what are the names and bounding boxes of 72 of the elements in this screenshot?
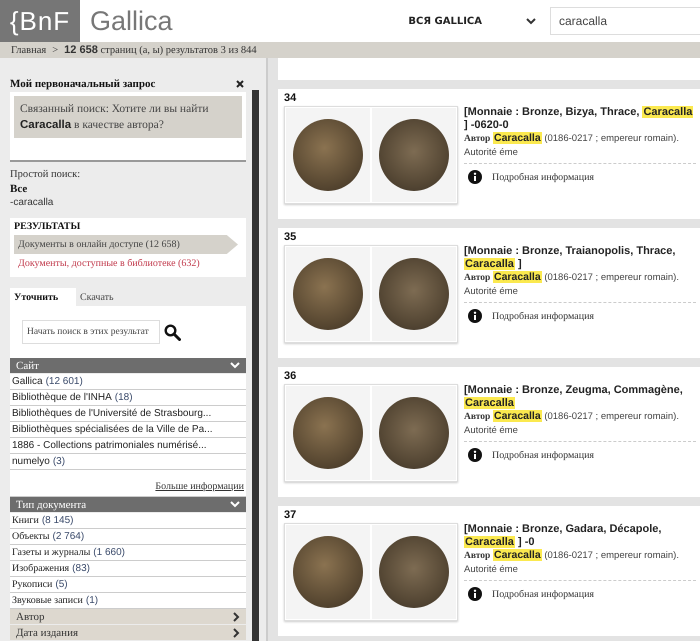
simple-search-label: Простой поиск: [10,168,82,182]
bnf-logo[interactable]: {BnF [0,0,80,42]
result-number: 37 [284,509,298,522]
results-filter-item[interactable]: Документы, доступные в библиотеке (632) [14,254,238,273]
facet-title: Дата издания [16,626,78,638]
details-link[interactable]: Подробная информация [492,450,594,460]
facet-item[interactable]: Рукописи (5) [10,577,246,593]
search-field[interactable]: caracalla [550,7,700,35]
chevron-down-icon [230,501,240,508]
facet-header[interactable]: Тип документа [10,497,246,512]
coin-photo[interactable] [286,108,370,202]
breadcrumb-link[interactable]: Главная [11,44,46,56]
coin-photo[interactable] [372,525,456,619]
facet-item[interactable]: Книги (8 145) [10,513,246,529]
facet-item[interactable]: Газеты и журналы (1 660) [10,545,246,561]
sidebar-tab[interactable]: Уточнить [10,288,76,306]
search-icon[interactable] [164,324,181,340]
info-icon[interactable] [468,587,482,601]
result-number: 35 [284,231,298,244]
results-heading: РЕЗУЛЬТАТЫ [14,221,82,234]
coin-photo[interactable] [372,108,456,202]
details-link[interactable]: Подробная информация [492,310,594,322]
sidebar-tab[interactable]: Скачать [76,288,142,306]
site-title: Gallica [90,6,173,36]
search-scope: Все [10,182,28,196]
scrollbar[interactable] [252,90,259,641]
result-author: Автор Caracalla (0186-0217 ; empereur romain). Autorité éme [464,271,696,303]
info-icon[interactable] [468,170,482,184]
facet-item[interactable]: Gallica (12 601) [10,374,246,390]
close-icon[interactable] [236,80,244,88]
facet-header[interactable]: Дата издания [10,625,246,640]
facet-item[interactable]: Bibliothèques spécialisées de la Ville de Pa... [10,422,246,438]
result-author: Автор Caracalla (0186-0217 ; empereur romain). Autorité éme [464,549,696,581]
facet-item[interactable]: Объекты (2 764) [10,529,246,545]
result-title-link[interactable]: [Monnaie : Bronze, Zeugma, Commagène, Caracalla [464,384,696,410]
facet-title: Сайт [16,360,39,372]
panel-title: Мой первоначальный запрос [10,78,156,90]
facet-item[interactable]: Изображения (83) [10,561,246,577]
search-term: -caracalla [10,196,54,210]
facet-title: Тип документа [16,498,86,510]
refine-search-field[interactable]: Начать поиск в этих результат [22,320,160,344]
result-number: 36 [284,370,298,383]
facet-item[interactable]: numelyo (3) [10,454,246,470]
more-info-link[interactable]: Больше информации [155,481,244,492]
facet-header[interactable]: Сайт [10,358,246,373]
coin-photo[interactable] [286,386,370,480]
coin-photo[interactable] [286,525,370,619]
info-icon[interactable] [468,448,482,462]
result-title-link[interactable]: [Monnaie : Bronze, Traianopolis, Thrace, Caracalla ] [464,245,696,271]
coin-photo[interactable] [372,247,456,341]
related-search-link[interactable]: Связанный поиск: Хотите ли вы найти Caracalla в качестве автора? [14,96,242,138]
facet-item[interactable]: Звуковые записи (1) [10,593,246,609]
results-summary: 12 658 страниц (а, ы) результатов 3 из 844 [64,44,257,56]
coin-photo[interactable] [372,386,456,480]
facet-item[interactable]: 1886 - Collections patrimoniales numérisé... [10,438,246,454]
facet-header[interactable]: Автор [10,609,246,624]
breadcrumb-separator: > [52,44,58,56]
facet-title: Автор [16,610,45,622]
details-link[interactable]: Подробная информация [492,172,594,182]
facet-item[interactable]: Bibliothèques de l'Université de Strasbourg... [10,406,246,422]
results-filter-item[interactable]: Документы в онлайн доступе (12 658) [14,235,238,254]
info-icon[interactable] [468,309,482,323]
result-author: Автор Caracalla (0186-0217 ; empereur romain). Autorité éme [464,132,696,164]
result-number: 34 [284,92,298,105]
facet-item[interactable]: Bibliothèque de l'INHA (18) [10,390,246,406]
chevron-down-icon [230,362,240,369]
result-title-link[interactable]: [Monnaie : Bronze, Gadara, Décapole, Caracalla ] -0 [464,523,696,549]
details-link[interactable]: Подробная информация [492,588,594,600]
result-title-link[interactable]: [Monnaie : Bronze, Bizya, Thrace, Caracalla ] -0620-0 [464,106,696,132]
result-author: Автор Caracalla (0186-0217 ; empereur romain). Autorité éme [464,410,696,442]
coin-photo[interactable] [286,247,370,341]
chevron-down-icon [526,18,536,24]
